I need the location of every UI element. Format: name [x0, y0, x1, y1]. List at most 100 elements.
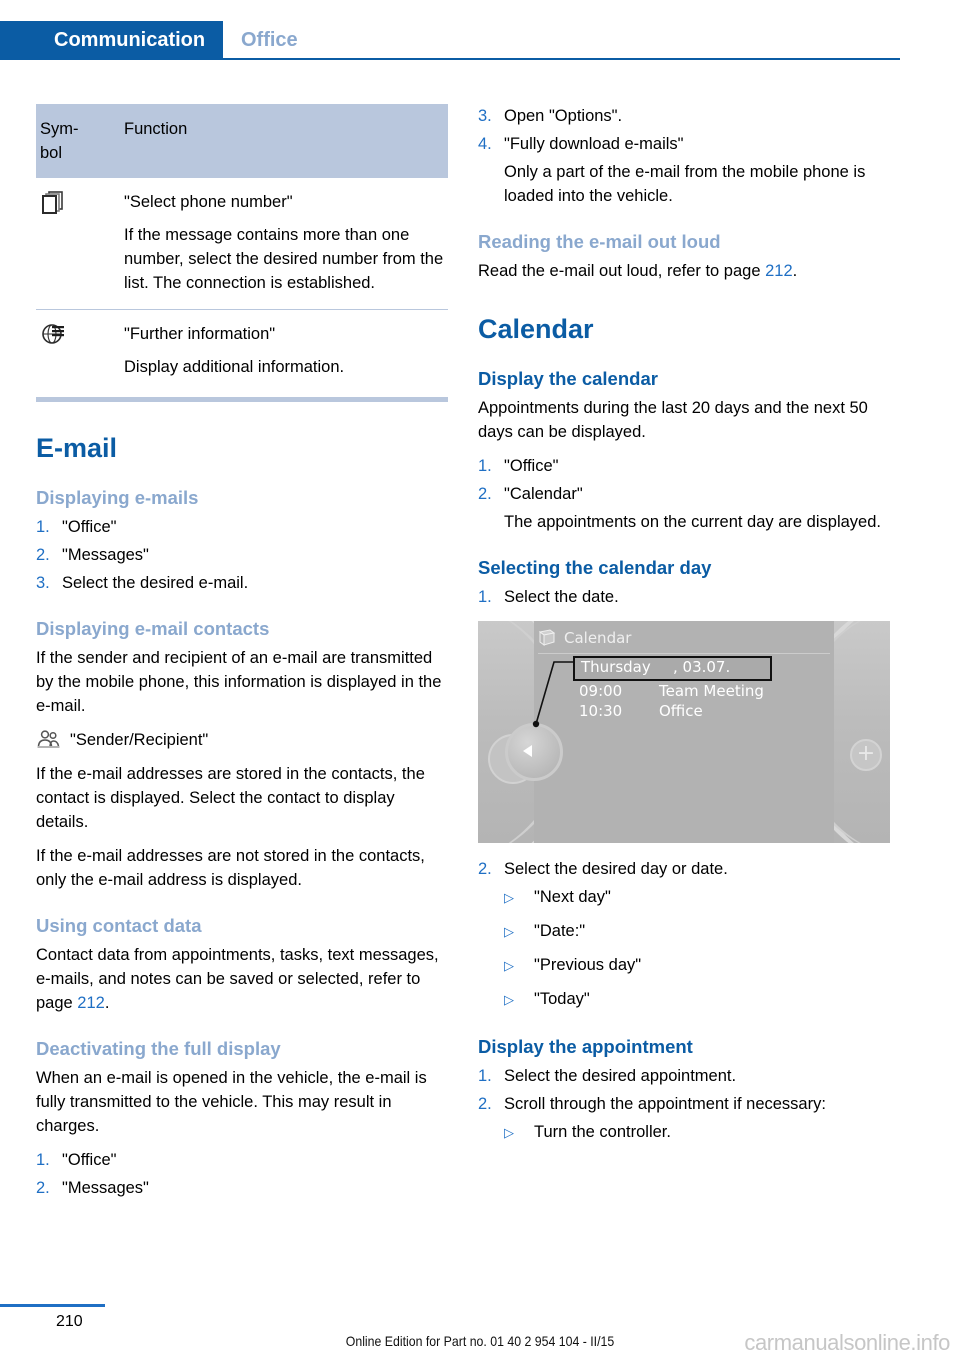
stacked-pages-icon	[40, 190, 68, 216]
triangle-bullet-icon: ▷	[504, 1125, 514, 1140]
step-number: 2.	[36, 546, 50, 564]
step-number: 1.	[36, 1151, 50, 1169]
sender-recipient-label: "Sender/Recipient"	[70, 731, 209, 749]
right-column: 3. Open "Options". 4. "Fully download e-…	[478, 104, 890, 1154]
steps-displaying-emails: 1. "Office" 2. "Messages" 3. Select the …	[36, 515, 448, 595]
column-header-symbol-line1: Sym-	[40, 120, 79, 138]
heading-using-contact-data: Using contact data	[36, 915, 202, 936]
list-item: ▷ "Previous day"	[504, 953, 890, 979]
section-title-calendar: Calendar	[478, 314, 594, 344]
list-item: 1. Select the date.	[478, 585, 890, 609]
step-text: "Office"	[62, 518, 117, 536]
header-divider	[0, 58, 900, 60]
table-cell-symbol	[36, 178, 124, 310]
list-item: 2. "Messages"	[36, 1176, 448, 1200]
list-item: 2. Select the desired day or date.	[478, 857, 890, 881]
step-text: "Messages"	[62, 1179, 149, 1197]
steps-selecting-calendar-day-1: 1. Select the date.	[478, 585, 890, 609]
list-item: ▷ "Date:"	[504, 919, 890, 945]
idrive-selected-day: Thursday	[581, 658, 651, 676]
list-item: 4. "Fully download e-mails"	[478, 132, 890, 156]
table-row: "Select phone number" If the message con…	[36, 178, 448, 310]
step-text: Scroll through the appointment if necess…	[504, 1095, 826, 1113]
list-item: 1. "Office"	[478, 454, 890, 478]
heading-display-the-calendar: Display the calendar	[478, 368, 658, 389]
triangle-bullet-icon: ▷	[504, 924, 514, 939]
page-number: 210	[56, 1313, 83, 1330]
idrive-calendar-screenshot: Calendar Thursday , 03.07. 09:00 Team Me…	[478, 621, 890, 843]
column-header-symbol-line2: bol	[40, 144, 63, 162]
table-header-row: Sym- bol Function	[36, 104, 448, 178]
step-text: Select the desired day or date.	[504, 860, 728, 878]
table-row: "Further information" Display additional…	[36, 309, 448, 393]
step-number: 2.	[478, 485, 492, 503]
heading-reading-out-loud: Reading the e-mail out loud	[478, 231, 721, 252]
list-item: 2. "Calendar"	[478, 482, 890, 506]
paragraph-email-contacts-2: If the e-mail addresses are stored in th…	[36, 765, 425, 831]
heading-displaying-emails: Displaying e-mails	[36, 487, 199, 508]
option-text: Turn the controller.	[534, 1123, 671, 1141]
row-title: "Further information"	[124, 325, 276, 343]
table-cell-function: "Select phone number" If the message con…	[124, 178, 448, 310]
triangle-bullet-icon: ▷	[504, 890, 514, 905]
steps-display-the-calendar: 1. "Office" 2. "Calendar" The appointmen…	[478, 454, 890, 534]
idrive-selected-day-row[interactable]: Thursday , 03.07.	[573, 656, 772, 681]
steps-selecting-calendar-day-2: 2. Select the desired day or date. ▷ "Ne…	[478, 857, 890, 1013]
row-description: If the message contains more than one nu…	[124, 226, 444, 292]
step-2-subtext: The appointments on the current day are …	[504, 513, 881, 531]
idrive-appointment-name: Team Meeting	[659, 682, 764, 700]
table-cell-symbol	[36, 309, 124, 393]
footer-divider	[0, 1304, 105, 1307]
column-header-function: Function	[124, 120, 188, 138]
tab-office[interactable]: Office	[231, 21, 308, 59]
heading-deactivating-full-display: Deactivating the full display	[36, 1038, 281, 1059]
steps-continued: 3. Open "Options". 4. "Fully download e-…	[478, 104, 890, 208]
people-icon	[36, 729, 62, 749]
idrive-plus-button[interactable]: +	[850, 739, 882, 771]
heading-display-the-appointment: Display the appointment	[478, 1036, 693, 1057]
step-text: "Calendar"	[504, 485, 583, 503]
tab-communication[interactable]: Communication	[0, 21, 224, 59]
paragraph-using-contact-data: Contact data from appointments, tasks, t…	[36, 943, 448, 1015]
step-4-subtext: Only a part of the e-mail from the mobil…	[504, 163, 866, 205]
left-column: Sym- bol Function "Select phone number" …	[36, 104, 448, 1204]
page-reference-link[interactable]: 212	[77, 994, 105, 1012]
step-number: 2.	[36, 1179, 50, 1197]
step-text: "Office"	[62, 1151, 117, 1169]
back-arrow-icon	[523, 745, 532, 757]
page-title-email: E-mail	[36, 433, 118, 463]
idrive-screen-panel	[534, 621, 834, 843]
list-item: 1. Select the desired appointment.	[478, 1064, 890, 1088]
idrive-controller-knob[interactable]	[505, 723, 563, 781]
page-header: Communication Office	[0, 21, 960, 59]
list-item: 1. "Office"	[36, 1148, 448, 1172]
idrive-appointment-time: 10:30	[579, 702, 623, 720]
list-item: ▷ Turn the controller.	[504, 1120, 890, 1146]
text-after-ref: .	[104, 994, 110, 1012]
heading-selecting-calendar-day: Selecting the calendar day	[478, 557, 712, 578]
list-item: 2. "Messages"	[36, 543, 448, 567]
paragraph-deactivating-full-display: When an e-mail is opened in the vehicle,…	[36, 1069, 427, 1135]
step-text: "Fully download e-mails"	[504, 135, 684, 153]
paragraph-reading-out-loud: Read the e-mail out loud, refer to page …	[478, 259, 890, 283]
step-text: Select the desired appointment.	[504, 1067, 737, 1085]
step-number: 2.	[478, 860, 492, 878]
column-header-symbol: Sym- bol	[36, 104, 124, 178]
heading-displaying-email-contacts: Displaying e-mail contacts	[36, 618, 270, 639]
row-description: Display additional information.	[124, 358, 345, 376]
list-item: 1. "Office"	[36, 515, 448, 539]
row-title: "Select phone number"	[124, 193, 293, 211]
step-number: 1.	[478, 457, 492, 475]
paragraph-display-the-calendar: Appointments during the last 20 days and…	[478, 399, 868, 441]
steps-deactivating-full-display: 1. "Office" 2. "Messages"	[36, 1148, 448, 1200]
step-number: 1.	[478, 1067, 492, 1085]
page-reference-link[interactable]: 212	[765, 262, 793, 280]
calendar-book-icon	[538, 629, 556, 646]
symbol-function-table: Sym- bol Function "Select phone number" …	[36, 104, 448, 393]
option-text: "Previous day"	[534, 956, 642, 974]
idrive-title-bar: Calendar	[538, 627, 830, 654]
list-item: 3. Select the desired e-mail.	[36, 571, 448, 595]
text-before-ref: Read the e-mail out loud, refer to page	[478, 262, 766, 280]
paragraph-email-contacts-1: If the sender and recipient of an e-mail…	[36, 649, 442, 715]
step-text: Select the desired e-mail.	[62, 574, 249, 592]
